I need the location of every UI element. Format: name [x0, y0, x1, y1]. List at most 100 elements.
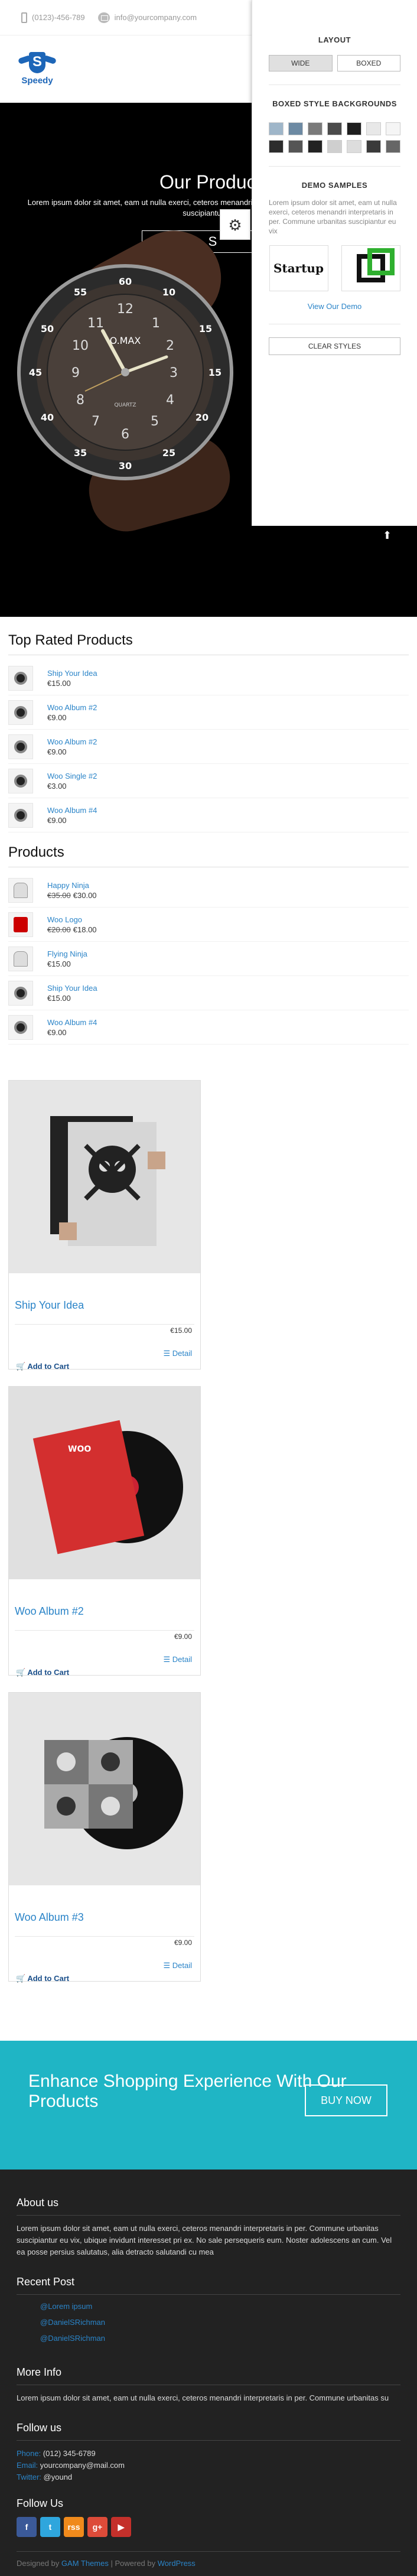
add-to-cart-button[interactable]: 🛒 Add to Cart: [16, 1668, 69, 1677]
demo-green-thumb[interactable]: [341, 245, 400, 291]
email-text[interactable]: info@yourcompany.com: [115, 13, 197, 22]
product-thumbnail[interactable]: [8, 734, 33, 759]
list-item: Woo Album #4 €9.00: [8, 1010, 409, 1045]
rss-icon[interactable]: rss: [64, 2517, 84, 2537]
svg-text:15: 15: [209, 367, 221, 378]
product-card: Ship Your Idea €15.00 ☰ Detail 🛒 Add to Car…: [8, 1080, 201, 1371]
background-swatch[interactable]: [366, 140, 381, 153]
product-title-link[interactable]: Woo Album #2: [15, 1605, 84, 1618]
svg-text:55: 55: [74, 287, 87, 298]
twitter-icon[interactable]: t: [40, 2517, 60, 2537]
youtube-icon[interactable]: ▶: [111, 2517, 131, 2537]
product-name-link[interactable]: Happy Ninja: [47, 881, 97, 890]
recent-post-link[interactable]: @DanielSRichman: [40, 2334, 400, 2343]
add-to-cart-button[interactable]: 🛒 Add to Cart: [16, 1362, 69, 1371]
product-price: €9.00: [174, 1938, 192, 1947]
current-price: €18.00: [73, 925, 97, 934]
detail-link[interactable]: ☰ Detail: [163, 1349, 192, 1358]
product-thumbnail[interactable]: [8, 768, 33, 793]
product-thumbnail[interactable]: [8, 700, 33, 725]
background-swatch[interactable]: [327, 122, 342, 135]
product-thumbnail[interactable]: [8, 980, 33, 1006]
product-thumbnail[interactable]: [8, 665, 33, 691]
product-image[interactable]: [9, 1693, 200, 1885]
layout-wide-button[interactable]: WIDE: [269, 55, 333, 71]
gam-themes-link[interactable]: GAM Themes: [61, 2559, 109, 2568]
follow-us-social-title: Follow Us: [17, 2497, 64, 2509]
cart-icon: 🛒: [16, 1362, 28, 1371]
background-swatch[interactable]: [308, 140, 322, 153]
detail-link[interactable]: ☰ Detail: [163, 1655, 192, 1664]
product-name-link[interactable]: Woo Album #2: [47, 737, 97, 746]
product-name-link[interactable]: Woo Single #2: [47, 772, 97, 780]
footer-twitter[interactable]: @yound: [44, 2473, 73, 2481]
copyright-prefix: Designed by: [17, 2559, 60, 2568]
product-name-link[interactable]: Ship Your Idea: [47, 669, 97, 678]
list-item: Woo Album #2 €9.00: [8, 730, 409, 764]
background-swatch[interactable]: [366, 122, 381, 135]
product-image[interactable]: WOO: [9, 1387, 200, 1579]
svg-text:10: 10: [72, 339, 89, 353]
product-thumbnail[interactable]: [8, 877, 33, 903]
layout-boxed-button[interactable]: BOXED: [337, 55, 400, 71]
background-swatch[interactable]: [308, 122, 322, 135]
wordpress-link[interactable]: WordPress: [158, 2559, 196, 2568]
background-swatch[interactable]: [386, 140, 400, 153]
google-plus-icon[interactable]: g+: [87, 2517, 107, 2537]
detail-label: Detail: [172, 1349, 192, 1358]
background-swatch[interactable]: [386, 122, 400, 135]
background-swatch[interactable]: [327, 140, 342, 153]
demo-logo-icon: [356, 248, 395, 282]
product-name-link[interactable]: Woo Logo: [47, 915, 97, 924]
products-section: Products Happy Ninja €35.00 €30.00 Woo Logo…: [0, 844, 417, 1045]
old-price: €20.00: [47, 925, 71, 934]
detail-link[interactable]: ☰ Detail: [163, 1961, 192, 1970]
background-swatch[interactable]: [288, 122, 303, 135]
demo-startup-thumb[interactable]: Startup: [269, 245, 328, 291]
product-title-link[interactable]: Ship Your Idea: [15, 1299, 84, 1312]
recent-post-link[interactable]: @Lorem ipsum: [40, 2302, 400, 2311]
product-name-link[interactable]: Woo Album #4: [47, 806, 97, 815]
background-swatch[interactable]: [269, 140, 284, 153]
product-thumbnail[interactable]: [8, 802, 33, 828]
copyright-mid: | Powered by: [110, 2559, 156, 2568]
product-price: €15.00: [47, 994, 97, 1003]
background-swatch[interactable]: [269, 122, 284, 135]
product-name-link[interactable]: Woo Album #2: [47, 703, 97, 712]
product-title-link[interactable]: Woo Album #3: [15, 1911, 84, 1924]
divider: [15, 1630, 194, 1631]
email-label: Email:: [17, 2461, 38, 2470]
scroll-up-arrow-icon[interactable]: ⬆: [383, 529, 392, 542]
svg-text:25: 25: [162, 447, 175, 458]
clear-styles-button[interactable]: CLEAR STYLES: [269, 337, 400, 355]
product-price: €9.00: [47, 1028, 97, 1037]
cta-banner: Enhance Shopping Experience With Our Pro…: [0, 2041, 417, 2170]
divider: [15, 1324, 194, 1325]
site-logo[interactable]: S Speedy: [17, 52, 58, 86]
footer-email[interactable]: yourcompany@mail.com: [40, 2461, 125, 2470]
current-price: €9.00: [47, 815, 67, 825]
product-name-link[interactable]: Flying Ninja: [47, 949, 87, 958]
product-name-link[interactable]: Ship Your Idea: [47, 984, 97, 993]
product-image[interactable]: [9, 1081, 200, 1273]
email-contact[interactable]: info@yourcompany.com: [97, 12, 197, 23]
product-info: Woo Logo €20.00 €18.00: [47, 915, 97, 934]
product-name-link[interactable]: Woo Album #4: [47, 1018, 97, 1027]
background-swatch[interactable]: [288, 140, 303, 153]
product-thumbnail[interactable]: [8, 1014, 33, 1040]
recent-post-link[interactable]: @DanielSRichman: [40, 2318, 400, 2327]
logo-icon: S: [17, 52, 57, 74]
buy-now-button[interactable]: BUY NOW: [305, 2084, 387, 2116]
background-swatch[interactable]: [347, 122, 361, 135]
settings-gear-icon[interactable]: ⚙: [220, 209, 250, 240]
product-thumbnail[interactable]: [8, 946, 33, 971]
twitter-label: Twitter:: [17, 2473, 41, 2481]
view-demo-link[interactable]: View Our Demo: [269, 302, 400, 311]
svg-text:45: 45: [29, 367, 42, 378]
facebook-icon[interactable]: f: [17, 2517, 37, 2537]
product-thumbnail[interactable]: [8, 912, 33, 937]
add-to-cart-button[interactable]: 🛒 Add to Cart: [16, 1974, 69, 1983]
layout-title: LAYOUT: [318, 35, 351, 44]
background-swatch[interactable]: [347, 140, 361, 153]
demo-thumbnails: Startup: [269, 245, 400, 291]
